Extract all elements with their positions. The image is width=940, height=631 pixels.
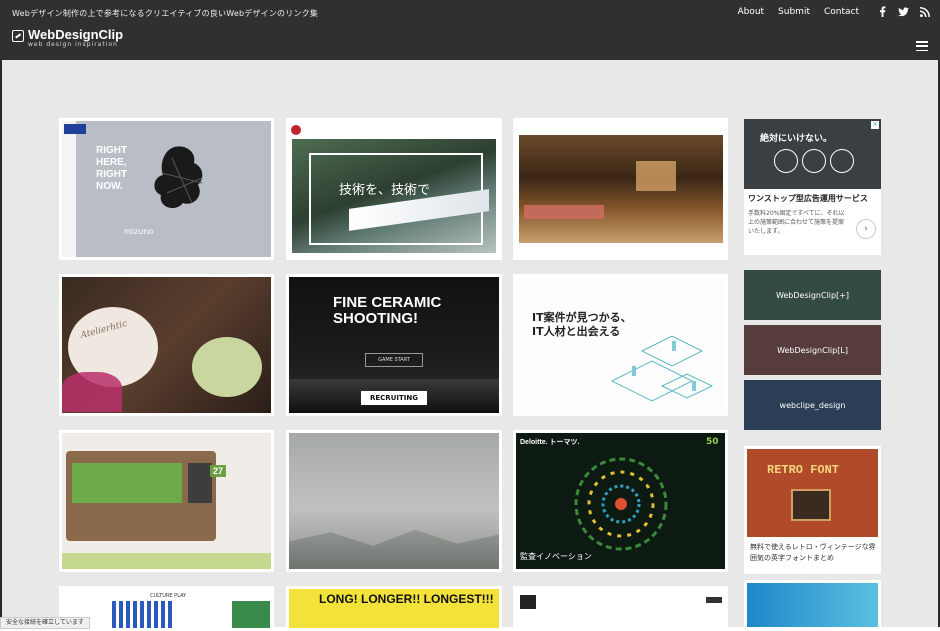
ad-body: 手数料20%固定ですべてに、それ以上の施策範囲に合わせて施策を提案いたします。: [748, 210, 845, 235]
site-card-longer[interactable]: LONG! LONGER!! LONGEST!!!: [286, 586, 502, 631]
site-card-deloitte[interactable]: Deloitte. トーマツ. 50 監査イノベーション: [513, 430, 728, 572]
sidebar-feedly-button[interactable]: WebDesignClip[+]: [744, 270, 881, 320]
logo-subtitle: web design inspiration: [28, 41, 118, 48]
site-card-grow[interactable]: 27: [59, 430, 274, 572]
sidebar-btn2-label: WebDesignClip[L]: [777, 345, 848, 355]
ad-title: ワンストップ型広告運用サービス: [748, 194, 868, 203]
mizuno-brand: mizuno: [124, 227, 154, 236]
thumbnail-misty: [289, 433, 499, 569]
longer-headline: LONG! LONGER!! LONGEST!!!: [319, 592, 494, 606]
deloitte-badge: 50: [706, 437, 719, 447]
mizuno-headline: RIGHT HERE, RIGHT NOW.: [96, 145, 128, 192]
sidebar-btn1-label: WebDesignClip[+]: [775, 290, 850, 300]
twitter-icon[interactable]: [898, 6, 909, 17]
culture-headline: CULTURE PLAY: [150, 593, 187, 599]
sidebar-ad[interactable]: 絶対にいけない。 ✕ ワンストップ型広告運用サービス 手数料20%固定ですべてに…: [744, 119, 881, 255]
site-logo[interactable]: WebDesignClip web design inspiration: [12, 28, 123, 48]
site-card-it-job[interactable]: IT案件が見つかる、 IT人材と出会える: [513, 274, 728, 416]
rss-icon[interactable]: [919, 6, 930, 17]
nav-submit-link[interactable]: Submit: [778, 7, 810, 17]
thumbnail-deloitte: Deloitte. トーマツ. 50 監査イノベーション: [516, 433, 725, 569]
deloitte-headline: 監査イノベーション: [520, 552, 592, 561]
logo-mark-icon: [12, 30, 24, 42]
fine-ceramic-start-button: GAME START: [365, 353, 423, 367]
sidebar-twitter-button[interactable]: webclipe_design: [744, 380, 881, 430]
thumbnail-yakiniku: [516, 121, 725, 257]
thumbnail-mizuno: RIGHT HERE, RIGHT NOW. mizuno: [62, 121, 271, 257]
site-card-fine-ceramic[interactable]: FINE CERAMIC SHOOTING! GAME START RECRUI…: [286, 274, 502, 416]
sidebar-next-post[interactable]: [744, 580, 881, 627]
fine-ceramic-headline: FINE CERAMIC SHOOTING!: [333, 294, 442, 327]
site-tagline: Webデザイン制作の上で参考になるクリエイティブの良いWebデザインのリンク集: [12, 9, 319, 18]
status-bar: 安全な接続を確立しています: [0, 617, 90, 629]
thumbnail-jr-tech: 技術を、技術で: [289, 121, 499, 257]
ad-next-icon[interactable]: ›: [856, 219, 876, 239]
fine-ceramic-banner: RECRUITING: [361, 391, 427, 405]
social-links: [877, 6, 930, 17]
sidebar-btn3-label: webclipe_design: [779, 400, 846, 410]
thumbnail-longer: LONG! LONGER!! LONGEST!!!: [289, 589, 499, 628]
retro-post-image: RETRO FONT: [747, 449, 878, 537]
retro-post-caption: 無料で使えるレトロ・ヴィンテージな雰囲気の英字フォントまとめ: [750, 543, 876, 562]
logo-name: WebDesignClip: [28, 27, 124, 42]
nav-contact-link[interactable]: Contact: [824, 7, 859, 17]
next-post-image: [747, 583, 878, 627]
ad-choices-icon[interactable]: ✕: [871, 121, 879, 129]
jr-tech-headline: 技術を、技術で: [339, 183, 431, 198]
thumbnail-grow: 27: [62, 433, 271, 569]
thumbnail-atelier: Atelierhtic: [62, 277, 271, 413]
site-card-mizuno[interactable]: RIGHT HERE, RIGHT NOW. mizuno: [59, 118, 274, 260]
site-card-corp-site[interactable]: [513, 586, 728, 631]
sidebar-retro-post[interactable]: RETRO FONT 無料で使えるレトロ・ヴィンテージな雰囲気の英字フォントまと…: [744, 446, 881, 574]
site-card-atelier[interactable]: Atelierhtic: [59, 274, 274, 416]
top-nav: About Submit Contact: [737, 6, 930, 17]
retro-post-title: RETRO FONT: [767, 463, 840, 477]
thumbnail-fine-ceramic: FINE CERAMIC SHOOTING! GAME START RECRUI…: [289, 277, 499, 413]
hamburger-menu-icon[interactable]: [916, 41, 928, 51]
thumbnail-it-job: IT案件が見つかる、 IT人材と出会える: [516, 277, 725, 413]
site-card-misty[interactable]: [286, 430, 502, 572]
thumbnail-culture: CULTURE PLAY: [62, 589, 271, 628]
ad-headline: 絶対にいけない。: [760, 134, 833, 144]
deloitte-brand: Deloitte. トーマツ.: [520, 439, 580, 446]
site-card-yakiniku[interactable]: [513, 118, 728, 260]
thumbnail-corp-site: [516, 589, 725, 628]
nav-about-link[interactable]: About: [737, 7, 764, 17]
facebook-icon[interactable]: [877, 6, 888, 17]
sidebar-list-button[interactable]: WebDesignClip[L]: [744, 325, 881, 375]
site-card-jr-tech[interactable]: 技術を、技術で: [286, 118, 502, 260]
site-card-culture[interactable]: CULTURE PLAY: [59, 586, 274, 631]
grow-headline: 27: [210, 465, 227, 477]
site-header: Webデザイン制作の上で参考になるクリエイティブの良いWebデザインのリンク集 …: [0, 0, 940, 60]
